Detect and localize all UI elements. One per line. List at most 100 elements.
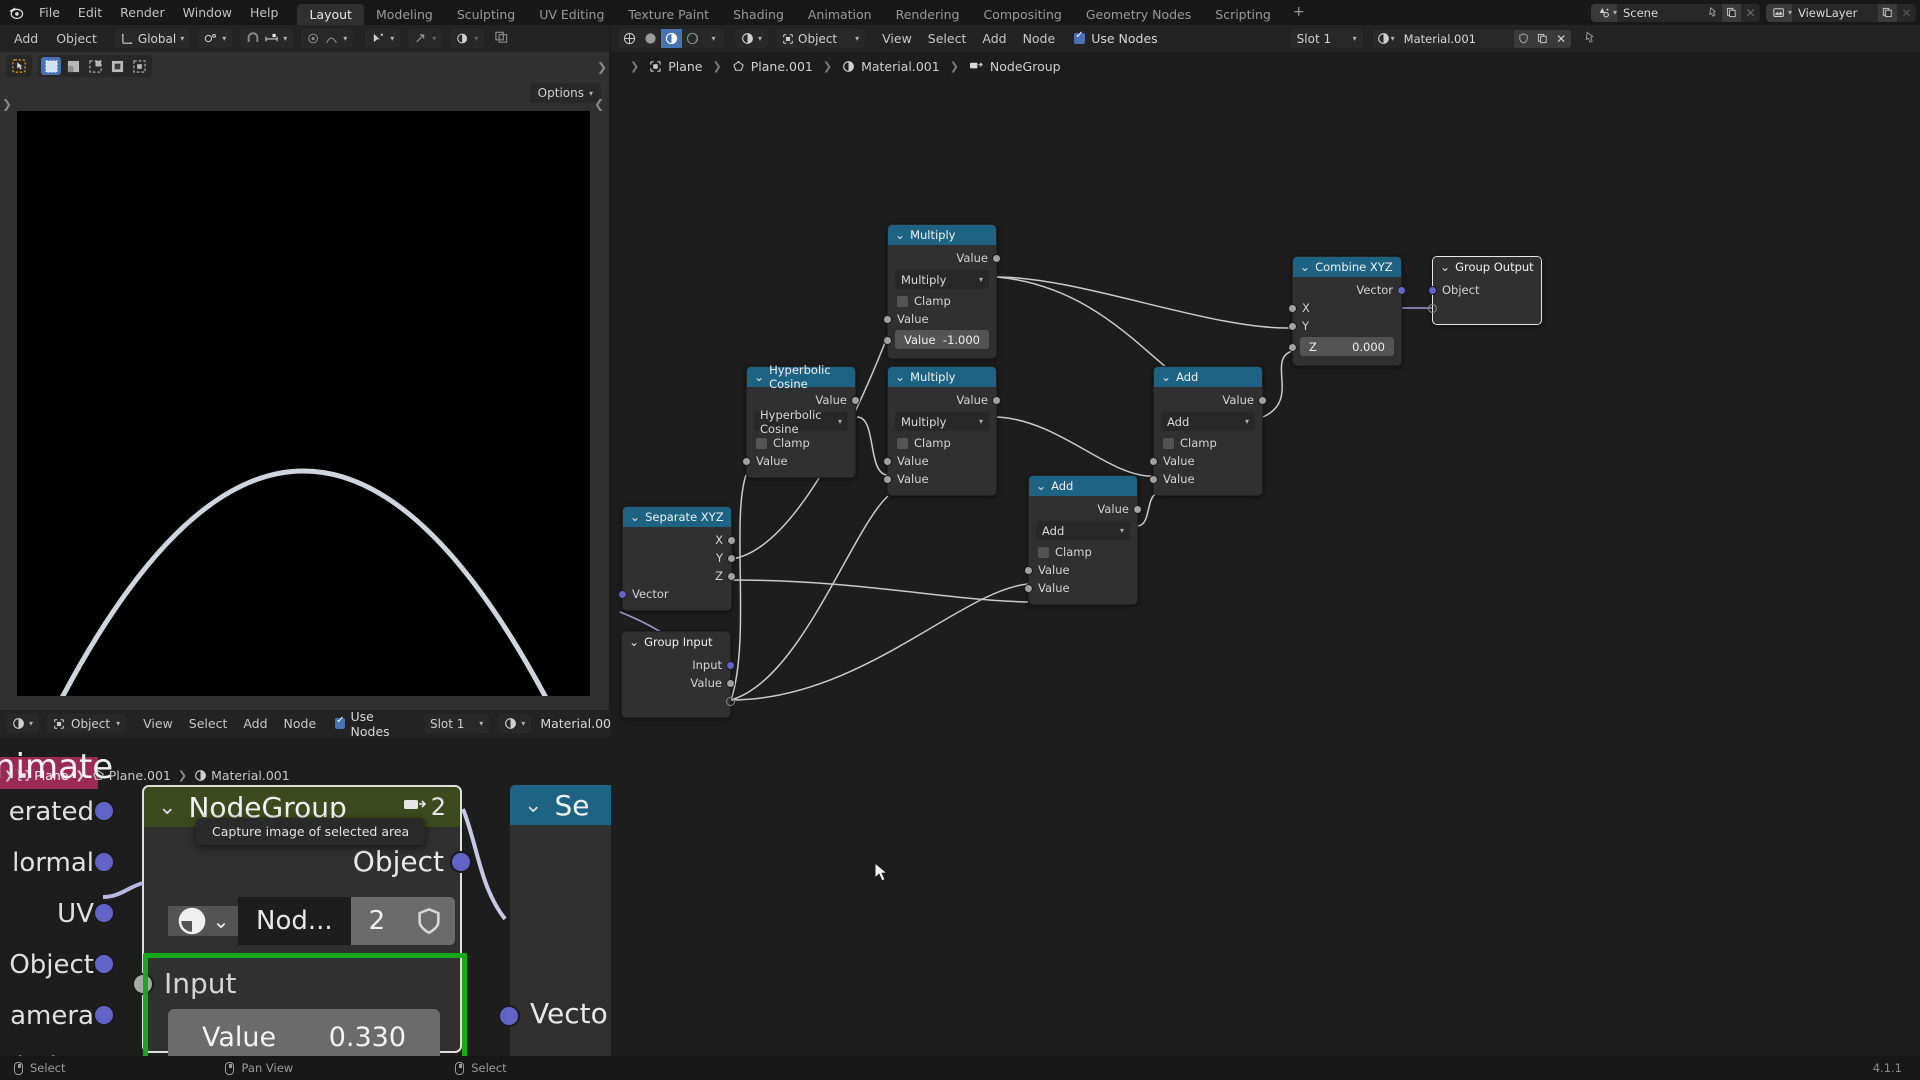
input-socket-empty[interactable] [1428,304,1437,313]
viewlayer-selector[interactable]: ▾ ViewLayer ✕ [1765,3,1916,22]
output-socket-value[interactable] [851,396,860,405]
node-editor-menu-view[interactable]: View [874,29,920,48]
zoomed-fake-user-icon[interactable] [403,897,456,945]
pin-scene-icon[interactable] [1703,4,1722,22]
shader-type-selector[interactable]: Object ▾ [776,29,866,48]
clamp-checkbox[interactable] [1163,437,1174,449]
shading-solid-icon[interactable] [640,29,661,48]
new-viewlayer-icon[interactable] [1878,3,1897,22]
overlap-icon[interactable] [494,29,509,48]
breadcrumb-item-nodegroup[interactable]: NodeGroup [969,59,1061,74]
ov-material-icon-selector[interactable]: ▾ [498,714,532,733]
input-socket-value[interactable] [1149,457,1158,466]
node-operation-dropdown[interactable]: Multiply ▾ [895,412,989,431]
menu-render[interactable]: Render [111,0,174,25]
snap-pivot-selector[interactable]: ▾ [198,29,233,48]
workspace-tab-modeling[interactable]: Modeling [364,4,445,25]
transform-orientation-selector[interactable]: Global ▾ [114,29,191,48]
add-workspace-button[interactable]: + [1283,0,1315,25]
toolbar-expand-icon[interactable]: ❯ [2,97,12,111]
output-socket-empty[interactable] [726,697,735,706]
attribute-row[interactable]: amera [0,990,115,1041]
input-socket-x[interactable] [1288,304,1297,313]
menu-window[interactable]: Window [174,0,241,25]
zoomed-input-socket[interactable] [132,973,154,995]
shading-material-preview-icon[interactable] [661,29,682,48]
workspace-tab-shading[interactable]: Shading [721,4,796,25]
viewport-options-button[interactable]: Options ▾ [529,83,601,103]
zoomed-node-canvas[interactable]: ⌄ NodeGroup 2 Object ⌄ Nod... 2 Input Va… [0,737,611,1056]
ov-bc-material[interactable]: Material.001 [211,768,290,783]
node-group-input[interactable]: ⌄ Group Input Input Value [621,631,735,718]
node-operation-dropdown[interactable]: Add ▾ [1161,412,1255,431]
value-field[interactable]: Value -1.000 [895,330,989,349]
node-operation-dropdown[interactable]: Add ▾ [1036,521,1130,540]
node-editor-menu-add[interactable]: Add [974,29,1014,48]
ov-use-nodes-toggle[interactable]: Use Nodes [335,710,407,739]
visibility-selector[interactable]: ▾ [365,29,401,48]
zoomed-nodetree-users[interactable]: 2 [350,897,404,945]
output-socket-vector[interactable] [1397,286,1406,295]
ov-shader-type-selector[interactable]: Object ▾ [47,714,127,733]
node-add-low[interactable]: ⌄ Add Value Add ▾ Clamp Value Value [1024,475,1142,605]
select-box-intersect-icon[interactable] [107,57,127,75]
ov-bc-mesh[interactable]: Plane.001 [109,768,171,783]
workspace-tab-texture-paint[interactable]: Texture Paint [616,4,721,25]
fake-user-icon[interactable] [1513,29,1533,48]
clamp-checkbox[interactable] [897,295,908,307]
collapse-chevron-icon[interactable]: ⌄ [1161,370,1171,384]
node-combine-xyz[interactable]: ⌄ Combine XYZ Vector X Y Z 0.000 [1288,256,1406,366]
attribute-row[interactable]: erated [0,786,115,837]
output-socket-value[interactable] [1258,396,1267,405]
menu-help[interactable]: Help [241,0,288,25]
clamp-row[interactable]: Clamp [888,292,996,310]
proportional-edit-selector[interactable]: ▾ [301,29,354,48]
ov-shader-icon-selector[interactable]: ▾ [6,714,40,733]
viewport-add-menu[interactable]: Add [6,29,46,48]
attribute-socket[interactable] [93,1004,115,1026]
input-socket-value[interactable] [1149,475,1158,484]
select-circle-icon[interactable] [129,57,149,75]
clamp-checkbox[interactable] [756,437,767,449]
node-group-output[interactable]: ⌄ Group Output Object [1428,256,1542,325]
node-header-multiply-top[interactable]: ⌄ Multiply [888,225,996,245]
ov-menu-add[interactable]: Add [235,714,275,733]
input-socket-value[interactable] [883,457,892,466]
node-hyperbolic-cosine[interactable]: ⌄ Hyperbolic Cosine Value Hyperbolic Cosine… [742,363,860,478]
value-field[interactable]: Z 0.000 [1300,337,1394,356]
node-multiply-mid[interactable]: ⌄ Multiply Value Multiply ▾ Clamp Value Value [883,366,1001,496]
clamp-row[interactable]: Clamp [1154,434,1262,452]
sidebar-expand-icon[interactable]: ❮ [594,97,604,111]
node-header-group-input[interactable]: ⌄ Group Input [622,632,730,652]
ov-slot-selector[interactable]: Slot 1 ▾ [423,714,490,733]
input-socket-vector[interactable] [618,590,627,599]
collapse-chevron-icon[interactable]: ⌄ [754,370,764,384]
node-header-group-output[interactable]: ⌄ Group Output [1433,257,1541,277]
zoomed-right-node-header[interactable]: ⌄ Se [510,785,611,825]
input-socket-value[interactable] [883,315,892,324]
zoomed-right-node[interactable]: ⌄ Se Vecto [498,785,611,1056]
collapse-chevron-icon[interactable]: ⌄ [1036,479,1046,493]
output-socket-y[interactable] [727,554,736,563]
output-socket-z[interactable] [727,572,736,581]
tweak-tool-icon[interactable] [9,57,29,75]
shading-selector[interactable]: ▾ [450,29,485,48]
workspace-tab-rendering[interactable]: Rendering [884,4,972,25]
output-socket-value[interactable] [992,396,1001,405]
node-header-multiply-mid[interactable]: ⌄ Multiply [888,367,996,387]
render-preview-canvas[interactable] [17,111,590,696]
delete-viewlayer-icon[interactable]: ✕ [1897,4,1916,22]
ov-menu-node[interactable]: Node [276,714,325,733]
unlink-material-icon[interactable]: ✕ [1551,29,1571,48]
output-socket-value[interactable] [1133,505,1142,514]
material-id-block[interactable]: ▾ Material.001 ✕ [1372,29,1571,48]
workspace-tab-sculpting[interactable]: Sculpting [445,4,527,25]
shading-rendered-icon[interactable] [682,29,703,48]
node-editor-menu-node[interactable]: Node [1015,29,1064,48]
zoomed-value-field[interactable]: Value 0.330 [168,1009,440,1056]
attribute-socket[interactable] [93,851,115,873]
node-editor-menu-select[interactable]: Select [920,29,975,48]
select-box-subtract-icon[interactable] [85,57,105,75]
node-separate-xyz[interactable]: ⌄ Separate XYZ X Y Z Vector [618,506,736,611]
material-slot-selector[interactable]: Slot 1 ▾ [1290,29,1363,48]
